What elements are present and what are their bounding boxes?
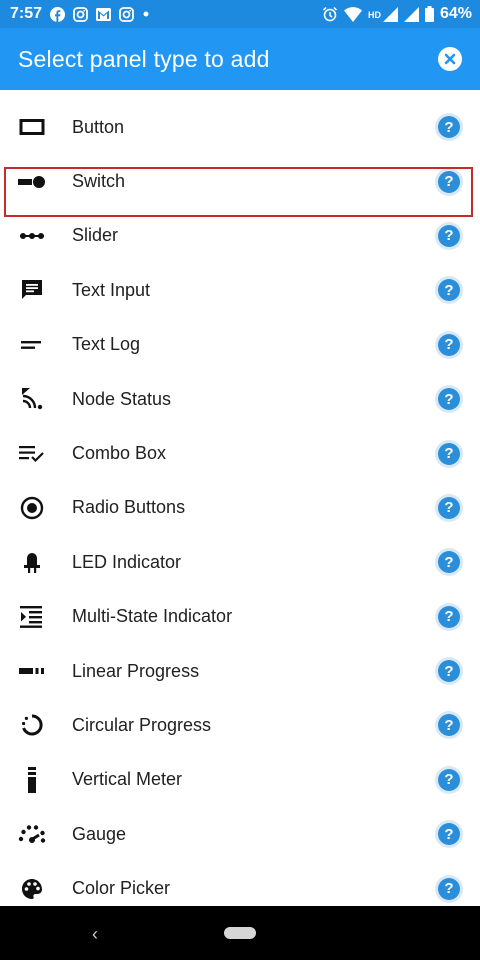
help-button[interactable]: ? [435, 221, 463, 250]
help-icon: ? [438, 768, 460, 791]
help-icon: ? [438, 170, 460, 193]
list-item-label: Combo Box [72, 443, 167, 464]
list-item-label: Circular Progress [72, 714, 212, 735]
list-item-button[interactable]: Button ? [0, 100, 480, 154]
help-button[interactable]: ? [435, 820, 463, 849]
list-item-label: Node Status [72, 388, 172, 409]
help-button[interactable]: ? [435, 493, 463, 522]
close-icon [444, 53, 456, 65]
help-button[interactable]: ? [435, 439, 463, 468]
help-icon: ? [438, 605, 460, 628]
dialog-header: Select panel type to add [0, 28, 480, 90]
gmail-icon [96, 7, 112, 21]
list-item-linear-progress[interactable]: Linear Progress ? [0, 644, 480, 698]
help-icon: ? [438, 551, 460, 574]
help-button[interactable]: ? [435, 657, 463, 686]
help-button[interactable]: ? [435, 276, 463, 305]
combo-box-icon [18, 440, 46, 468]
alarm-icon [322, 6, 338, 22]
radio-buttons-icon [18, 494, 46, 522]
list-item-switch[interactable]: Switch ? [0, 154, 480, 208]
battery-icon [424, 6, 434, 22]
list-item-combo-box[interactable]: Combo Box ? [0, 426, 480, 480]
help-icon: ? [438, 877, 460, 900]
list-item-label: Switch [72, 171, 126, 192]
help-icon: ? [438, 224, 460, 247]
help-icon: ? [438, 116, 460, 139]
list-item-label: Multi-State Indicator [72, 606, 233, 627]
battery-level: 64% [439, 5, 472, 22]
led-indicator-icon [18, 548, 46, 576]
help-button[interactable]: ? [435, 711, 463, 740]
text-input-icon [18, 276, 46, 304]
help-icon: ? [438, 279, 460, 302]
list-item-led-indicator[interactable]: LED Indicator ? [0, 535, 480, 589]
switch-icon [18, 168, 46, 196]
status-time: 7:57 [10, 5, 43, 22]
help-icon: ? [438, 442, 460, 465]
dialog-title: Select panel type to add [18, 45, 270, 72]
list-item-gauge[interactable]: Gauge ? [0, 807, 480, 861]
help-button[interactable]: ? [435, 167, 463, 196]
wifi-icon [343, 6, 362, 22]
help-button[interactable]: ? [435, 385, 463, 414]
help-button[interactable]: ? [435, 874, 463, 903]
list-item-label: Gauge [72, 823, 127, 844]
network-type: HD [367, 10, 381, 20]
system-nav-bar: ‹ [0, 906, 480, 960]
list-item-slider[interactable]: Slider ? [0, 209, 480, 263]
list-item-label: Vertical Meter [72, 769, 183, 790]
status-bar: 7:57 HD 64% [0, 0, 480, 28]
instagram-icon [119, 6, 134, 22]
home-button[interactable] [224, 927, 256, 939]
list-item-vertical-meter[interactable]: Vertical Meter ? [0, 753, 480, 807]
help-button[interactable]: ? [435, 548, 463, 577]
list-item-radio-buttons[interactable]: Radio Buttons ? [0, 481, 480, 535]
facebook-icon [50, 6, 66, 22]
text-log-icon [18, 331, 46, 359]
list-item-circular-progress[interactable]: Circular Progress ? [0, 698, 480, 752]
panel-type-list: Button ? Switch ? Slider ? Text Input ? … [0, 100, 480, 916]
list-item-label: Text Log [72, 334, 141, 355]
help-icon: ? [438, 388, 460, 411]
multi-state-indicator-icon [18, 603, 46, 631]
help-button[interactable]: ? [435, 602, 463, 631]
back-button[interactable]: ‹ [92, 924, 98, 945]
help-icon: ? [438, 823, 460, 846]
list-item-label: Slider [72, 225, 119, 246]
list-item-multi-state-indicator[interactable]: Multi-State Indicator ? [0, 590, 480, 644]
list-item-label: Color Picker [72, 878, 171, 899]
signal-icon [403, 6, 419, 22]
help-button[interactable]: ? [435, 330, 463, 359]
vertical-meter-icon [18, 766, 46, 794]
help-button[interactable]: ? [435, 113, 463, 142]
list-item-label: Radio Buttons [72, 497, 186, 518]
signal-icon [382, 6, 398, 22]
help-icon: ? [438, 714, 460, 737]
color-picker-icon [18, 875, 46, 903]
close-button[interactable] [438, 47, 462, 71]
dot-icon [142, 10, 150, 18]
circular-progress-icon [18, 711, 46, 739]
list-item-label: Linear Progress [72, 660, 200, 681]
list-item-text-input[interactable]: Text Input ? [0, 263, 480, 317]
node-status-icon [18, 385, 46, 413]
list-item-text-log[interactable]: Text Log ? [0, 318, 480, 372]
help-icon: ? [438, 660, 460, 683]
list-item-label: LED Indicator [72, 551, 182, 572]
list-item-node-status[interactable]: Node Status ? [0, 372, 480, 426]
button-icon [18, 113, 46, 141]
help-icon: ? [438, 496, 460, 519]
slider-icon [18, 222, 46, 250]
help-button[interactable]: ? [435, 765, 463, 794]
gauge-icon [18, 820, 46, 848]
instagram-icon [73, 6, 88, 22]
list-item-label: Text Input [72, 279, 151, 300]
list-item-label: Button [72, 116, 125, 137]
help-icon: ? [438, 333, 460, 356]
linear-progress-icon [18, 657, 46, 685]
